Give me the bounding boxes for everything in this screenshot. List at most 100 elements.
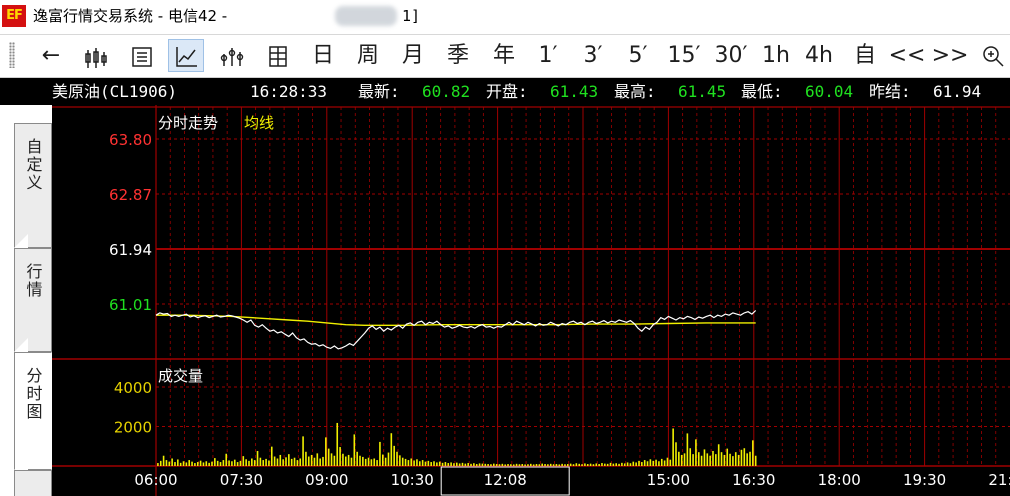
chart-canvas[interactable]: 63.80 62.87 61.94 61.01 4000 2000 06:00 07:30 09… xyxy=(52,105,1010,496)
volume-bar xyxy=(305,451,307,466)
volume-bar xyxy=(404,458,407,466)
chart-background xyxy=(52,105,1010,496)
volume-bar xyxy=(558,464,561,466)
volume-bar xyxy=(669,459,672,466)
volume-button[interactable] xyxy=(260,39,296,72)
volume-bar xyxy=(339,447,341,466)
volume-bar xyxy=(444,462,447,466)
toolbar-label: 5′ xyxy=(628,43,648,68)
bar-chart-button[interactable] xyxy=(214,39,250,72)
volume-bar xyxy=(441,462,444,466)
toolbar-label: 1h xyxy=(762,43,790,68)
list-button[interactable] xyxy=(124,39,160,72)
volume-bar xyxy=(734,452,737,466)
period-day-button[interactable]: 日 xyxy=(305,39,341,72)
volume-tick-label: 2000 xyxy=(114,419,152,437)
volume-bar xyxy=(649,459,652,466)
volume-bar xyxy=(182,461,185,466)
zoom-in-button[interactable]: >> xyxy=(932,39,969,72)
period-4h-button[interactable]: 4h xyxy=(801,39,837,72)
volume-bar xyxy=(706,453,709,466)
volume-bar xyxy=(347,454,350,466)
volume-bar xyxy=(621,462,623,466)
volume-bar xyxy=(384,457,387,466)
volume-bar xyxy=(692,454,694,466)
volume-bar xyxy=(162,455,165,466)
side-tab-market[interactable]: 行情 xyxy=(14,248,52,352)
zoom-out-button[interactable]: << xyxy=(888,39,926,72)
magnify-button[interactable] xyxy=(978,39,1008,72)
price-tick-label: 63.80 xyxy=(109,131,152,149)
volume-bar xyxy=(262,460,265,466)
period-1m-button[interactable]: 1′ xyxy=(530,39,566,72)
volume-bar xyxy=(453,463,455,466)
volume-bar xyxy=(655,459,657,466)
time-tick-label: 10:30 xyxy=(391,471,434,489)
toolbar-label: << xyxy=(888,43,926,68)
volume-bar xyxy=(700,455,703,466)
time-tick-label: 16:30 xyxy=(732,471,775,489)
volume-bar xyxy=(549,463,552,466)
volume-bar xyxy=(396,451,398,466)
volume-bar xyxy=(717,444,720,466)
volume-bar xyxy=(194,463,196,466)
period-season-button[interactable]: 季 xyxy=(440,39,476,72)
volume-bar xyxy=(461,462,464,466)
time-tick-label: 07:30 xyxy=(220,471,263,489)
volume-bar xyxy=(188,460,191,466)
volume-bar xyxy=(564,464,566,466)
volume-bar xyxy=(413,460,415,466)
volume-bar xyxy=(484,463,487,466)
volume-bar xyxy=(629,463,632,466)
volume-bar xyxy=(376,460,378,466)
volume-bar xyxy=(595,463,598,466)
toolbar-grip-handle[interactable] xyxy=(9,42,15,68)
timeshare-button[interactable] xyxy=(168,39,204,72)
period-30m-button[interactable]: 30′ xyxy=(711,39,751,72)
side-tab-timeshare[interactable]: 分时图 xyxy=(14,352,52,470)
period-month-button[interactable]: 月 xyxy=(395,39,431,72)
volume-bar xyxy=(350,457,353,466)
candle-stick-button[interactable] xyxy=(78,39,114,72)
volume-bar xyxy=(222,460,225,466)
crosshair-time-label: 12:08 xyxy=(484,471,527,489)
volume-bar xyxy=(273,456,276,466)
side-tab-custom[interactable]: 自定义 xyxy=(14,123,52,248)
period-week-button[interactable]: 周 xyxy=(350,39,386,72)
time-tick-label: 19:30 xyxy=(903,471,946,489)
volume-bar xyxy=(686,433,689,466)
volume-bar xyxy=(447,463,450,466)
volume-bar xyxy=(703,449,706,466)
volume-bar xyxy=(319,458,321,466)
custom-period-button[interactable]: 自 xyxy=(847,39,883,72)
period-5m-button[interactable]: 5′ xyxy=(620,39,656,72)
volume-bar xyxy=(752,440,754,466)
volume-bar xyxy=(510,464,512,466)
last-price-label: 最新: xyxy=(358,82,400,101)
timeshare-chart[interactable]: 63.80 62.87 61.94 61.01 4000 2000 06:00 07:30 09… xyxy=(52,105,1010,496)
volume-bar xyxy=(521,464,524,466)
volume-bar xyxy=(433,461,435,466)
volume-bar xyxy=(749,451,751,466)
period-1h-button[interactable]: 1h xyxy=(758,39,794,72)
price-tick-label: 61.94 xyxy=(109,241,152,259)
side-tab-label: 自定义 xyxy=(23,138,43,192)
volume-bar xyxy=(535,464,538,466)
period-15m-button[interactable]: 15′ xyxy=(664,39,704,72)
volume-bar xyxy=(561,463,563,466)
volume-bar xyxy=(285,457,287,466)
period-year-button[interactable]: 年 xyxy=(486,39,522,72)
volume-bar xyxy=(507,464,509,466)
time-tick-label: 06:00 xyxy=(134,471,177,489)
volume-bar xyxy=(493,463,495,466)
volume-bar xyxy=(584,463,586,466)
volume-bar xyxy=(259,457,262,466)
high-price-value: 61.45 xyxy=(678,82,727,101)
volume-bar xyxy=(689,448,692,466)
side-tab-more[interactable] xyxy=(14,470,52,496)
period-3m-button[interactable]: 3′ xyxy=(575,39,611,72)
volume-bar xyxy=(680,454,683,466)
back-button[interactable]: ← xyxy=(35,39,67,72)
volume-bar xyxy=(678,451,680,466)
volume-bar xyxy=(202,462,205,466)
